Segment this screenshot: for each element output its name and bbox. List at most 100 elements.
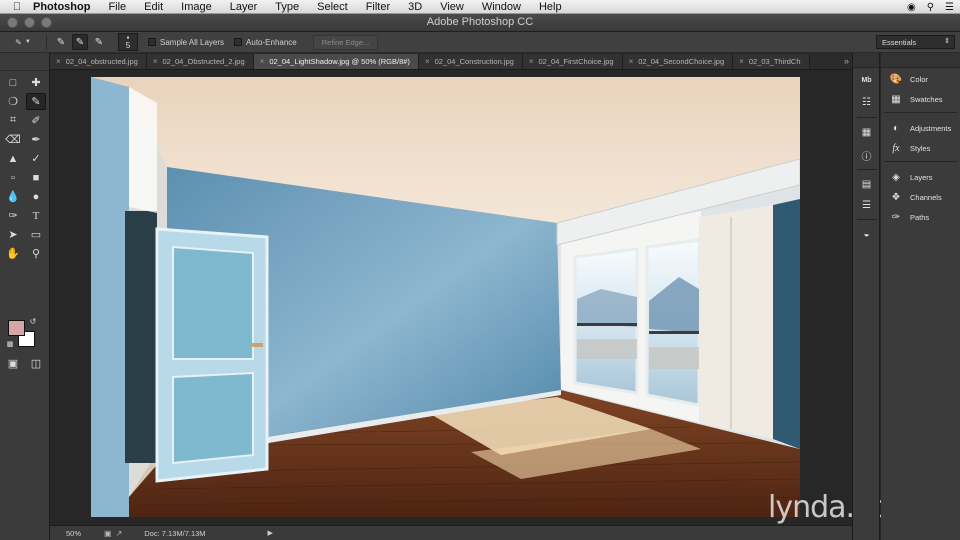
document-info: Doc: 7.13M/7.13M: [144, 528, 206, 538]
history-icon[interactable]: ☷: [859, 95, 874, 110]
brush-presets-icon[interactable]: ▤: [859, 177, 874, 192]
dodge-tool-icon[interactable]: ●: [26, 188, 46, 205]
panel-color[interactable]: 🎨 Color: [881, 70, 960, 88]
panel-swatches-label: Swatches: [910, 94, 943, 104]
auto-enhance-label: Auto-Enhance: [246, 37, 297, 47]
default-colors-icon[interactable]: ▩: [5, 339, 15, 348]
panel-channels[interactable]: ❖ Channels: [881, 188, 960, 206]
new-selection-button[interactable]: ✎: [53, 34, 69, 50]
foreground-color-swatch[interactable]: [8, 320, 25, 336]
type-tool-icon[interactable]: T: [26, 207, 46, 224]
quick-mask-icon[interactable]: ▣: [3, 355, 23, 372]
panel-grip[interactable]: [881, 53, 960, 68]
proof-icon[interactable]: ▣: [104, 529, 112, 538]
panel-paths-label: Paths: [910, 212, 930, 222]
character-icon[interactable]: ☰: [859, 198, 874, 213]
menu-select[interactable]: Select: [308, 1, 357, 13]
document-tab[interactable]: × 02_03_ThirdCh: [733, 54, 810, 69]
menu-filter[interactable]: Filter: [357, 1, 399, 13]
creative-cloud-icon[interactable]: ◉: [907, 2, 916, 13]
quick-selection-tool-icon[interactable]: ✎: [26, 93, 46, 110]
tab-label: 02_03_ThirdCh: [748, 57, 801, 66]
menu-edit[interactable]: Edit: [135, 1, 172, 13]
notification-list-icon[interactable]: ☰: [945, 2, 954, 13]
properties-icon[interactable]: ▦: [859, 125, 874, 140]
apple-icon[interactable]: : [10, 1, 24, 13]
screen-mode-icon[interactable]: ◫: [26, 355, 46, 372]
menu-type[interactable]: Type: [266, 1, 308, 13]
close-tab-icon[interactable]: ×: [56, 57, 61, 66]
document-image[interactable]: [91, 77, 800, 517]
blur-tool-icon[interactable]: 💧: [3, 188, 23, 205]
subtract-from-selection-button[interactable]: ✎: [91, 34, 107, 50]
add-to-selection-button[interactable]: ✎: [72, 34, 88, 50]
document-tab-active[interactable]: × 02_04_LightShadow.jpg @ 50% (RGB/8#): [253, 54, 419, 69]
close-tab-icon[interactable]: ×: [153, 57, 158, 66]
layers-stack-icon: ◈: [892, 171, 900, 183]
menu-3d[interactable]: 3D: [399, 1, 431, 13]
marquee-tool-icon[interactable]: □: [3, 74, 23, 91]
close-tab-icon[interactable]: ×: [529, 57, 534, 66]
spotlight-search-icon[interactable]: ⚲: [927, 2, 934, 13]
panel-adjustments-label: Adjustments: [910, 123, 952, 133]
zoom-tool-icon[interactable]: ⚲: [26, 245, 46, 262]
document-tab[interactable]: × 02_04_obstructed.jpg: [50, 54, 147, 69]
status-menu-arrow-icon[interactable]: ▶: [268, 529, 273, 537]
document-tab[interactable]: × 02_04_Construction.jpg: [418, 54, 523, 69]
history-brush-tool-icon[interactable]: ✓: [26, 150, 46, 167]
lasso-tool-icon[interactable]: ❍: [3, 93, 23, 110]
brush-size-value: 5: [125, 41, 131, 50]
panel-paths[interactable]: ✑ Paths: [881, 208, 960, 226]
panel-styles[interactable]: fx Styles: [881, 139, 960, 157]
zoom-level[interactable]: 50%: [66, 529, 90, 538]
menu-window[interactable]: Window: [473, 1, 530, 13]
close-tab-icon[interactable]: ×: [629, 57, 634, 66]
move-tool-icon[interactable]: ✚: [26, 74, 46, 91]
export-icon[interactable]: ↗: [116, 529, 123, 538]
document-tab[interactable]: × 02_04_FirstChoice.jpg: [522, 54, 623, 69]
auto-enhance-checkbox[interactable]: Auto-Enhance: [234, 38, 297, 47]
eraser-tool-icon[interactable]: ▫: [3, 169, 23, 186]
pen-tool-icon[interactable]: ✑: [3, 207, 23, 224]
more-tabs-icon[interactable]: »: [844, 56, 849, 66]
panel-adjustments[interactable]: ◐ Adjustments: [881, 119, 960, 137]
sample-all-layers-checkbox[interactable]: Sample All Layers: [148, 38, 224, 47]
menu-view[interactable]: View: [431, 1, 473, 13]
menu-layer[interactable]: Layer: [221, 1, 267, 13]
clone-stamp-tool-icon[interactable]: ▲: [3, 150, 23, 167]
gradient-tool-icon[interactable]: ■: [26, 169, 46, 186]
close-tab-icon[interactable]: ×: [739, 57, 744, 66]
panel-grip[interactable]: [853, 53, 879, 68]
menu-help[interactable]: Help: [530, 1, 571, 13]
panel-layers[interactable]: ◈ Layers: [881, 168, 960, 186]
adjustments-icon: ◐: [892, 122, 900, 134]
brush-size-picker[interactable]: ● 5: [118, 33, 138, 51]
healing-brush-tool-icon[interactable]: ⌫: [3, 131, 23, 148]
panel-swatches[interactable]: ▦ Swatches: [881, 90, 960, 108]
chevron-updown-icon: ⇕: [944, 38, 950, 45]
rectangle-tool-icon[interactable]: ▭: [26, 226, 46, 243]
panels-dock: 🎨 Color ▦ Swatches ◐ Adjustments fx Styl…: [881, 53, 960, 540]
document-tab[interactable]: × 02_04_SecondChoice.jpg: [622, 54, 734, 69]
document-tab[interactable]: × 02_04_Obstructed_2.jpg: [146, 54, 254, 69]
canvas-area[interactable]: [50, 70, 852, 525]
menu-photoshop[interactable]: Photoshop: [24, 1, 99, 13]
swap-colors-icon[interactable]: ↺: [28, 317, 38, 326]
close-tab-icon[interactable]: ×: [260, 57, 265, 66]
path-selection-tool-icon[interactable]: ➤: [3, 226, 23, 243]
workspace-switcher[interactable]: Essentials ⇕: [876, 35, 955, 49]
tool-presets-icon[interactable]: ◒: [859, 227, 874, 242]
menu-file[interactable]: File: [99, 1, 135, 13]
brush-tool-icon[interactable]: ✒: [26, 131, 46, 148]
crop-tool-icon[interactable]: ⌗: [3, 112, 23, 129]
panel-grip[interactable]: [0, 53, 49, 71]
menu-image[interactable]: Image: [172, 1, 221, 13]
mini-bridge-icon[interactable]: Mb: [859, 73, 874, 88]
eyedropper-tool-icon[interactable]: ✐: [26, 112, 46, 129]
refine-edge-button[interactable]: Refine Edge...: [312, 34, 379, 50]
info-icon[interactable]: ⓘ: [859, 148, 874, 163]
panel-styles-label: Styles: [910, 143, 931, 153]
close-tab-icon[interactable]: ×: [425, 57, 430, 66]
tool-preset-picker[interactable]: ✎ ▼: [6, 34, 40, 51]
hand-tool-icon[interactable]: ✋: [3, 245, 23, 262]
